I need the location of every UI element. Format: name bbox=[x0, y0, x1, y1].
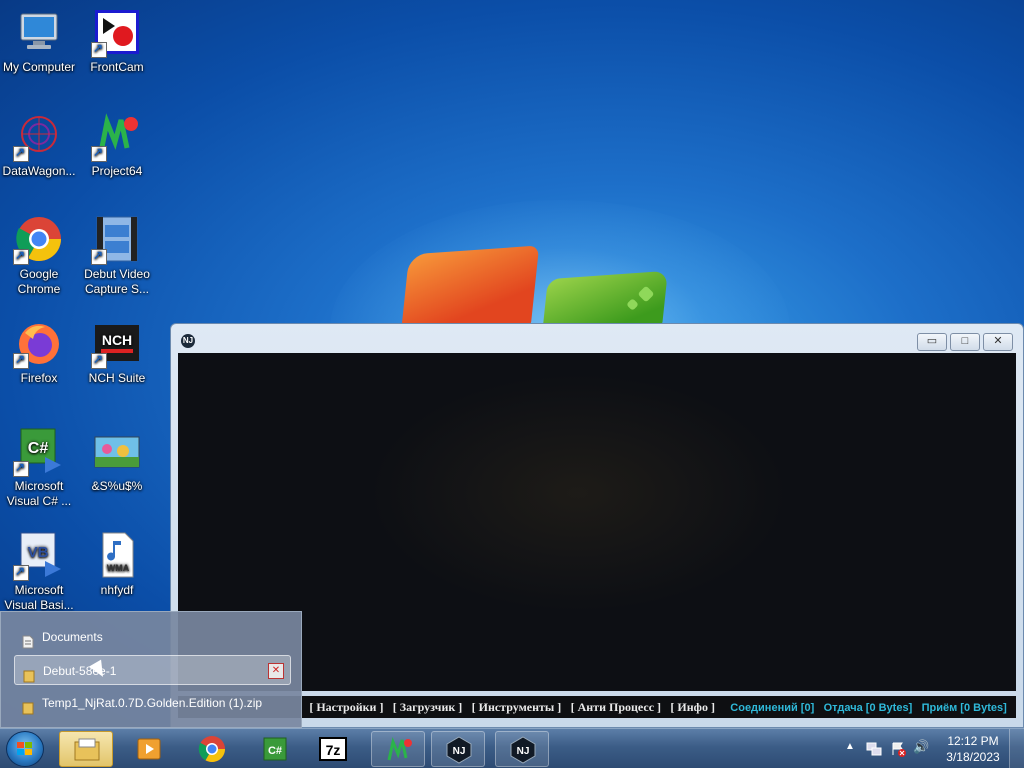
clock-date: 3/18/2023 bbox=[946, 750, 1000, 764]
svg-text:C#: C# bbox=[268, 745, 282, 757]
menu-settings[interactable]: [ Настройки ] bbox=[309, 700, 383, 714]
shortcut-arrow-icon bbox=[13, 564, 29, 581]
desktop-icon-frontcam[interactable]: FrontCam bbox=[78, 8, 156, 75]
desktop-icon-project64[interactable]: Project64 bbox=[78, 112, 156, 179]
show-hidden-icons-button[interactable]: ▲ bbox=[845, 741, 855, 752]
visual-csharp-icon: C# bbox=[263, 737, 287, 761]
minimize-button[interactable]: ▭ bbox=[917, 333, 947, 351]
status-download: Приём [0 Bytes] bbox=[921, 702, 1007, 714]
action-center-icon[interactable] bbox=[890, 741, 906, 757]
menu-builder[interactable]: [ Загрузчик ] bbox=[393, 700, 462, 714]
computer-icon bbox=[15, 8, 63, 56]
menu-tools[interactable]: [ Инструменты ] bbox=[472, 700, 562, 714]
datawagon-icon bbox=[13, 112, 63, 162]
wma-file-icon: WMA bbox=[93, 531, 141, 579]
status-upload: Отдача [0 Bytes] bbox=[823, 702, 913, 714]
start-button[interactable] bbox=[6, 731, 44, 767]
clock[interactable]: 12:12 PM 3/18/2023 bbox=[938, 733, 1008, 765]
svg-text:NCH: NCH bbox=[102, 332, 132, 348]
taskbar-chrome[interactable] bbox=[185, 731, 239, 767]
desktop-icon-image-file[interactable]: &S%u$% bbox=[78, 427, 156, 494]
wallpaper-flag-red bbox=[400, 245, 540, 335]
shortcut-arrow-icon bbox=[13, 248, 29, 265]
jumplist-item-documents[interactable]: Documents bbox=[14, 622, 291, 652]
njrat-icon: NJ bbox=[510, 736, 536, 764]
njrat-icon: NJ bbox=[446, 736, 472, 764]
shortcut-arrow-icon bbox=[91, 145, 107, 162]
taskbar-project64[interactable] bbox=[371, 731, 425, 767]
firefox-icon bbox=[13, 319, 63, 369]
debut-icon bbox=[137, 738, 161, 760]
clock-time: 12:12 PM bbox=[947, 734, 999, 748]
desktop-icon-nch-suite[interactable]: NCH NCH Suite bbox=[78, 319, 156, 386]
shortcut-arrow-icon bbox=[91, 248, 107, 265]
desktop: My Computer FrontCam DataWagon... Projec… bbox=[0, 0, 1024, 728]
taskbar-visual-csharp[interactable]: C# bbox=[248, 731, 302, 767]
taskbar-njrat-2[interactable]: NJ bbox=[495, 731, 549, 767]
frontcam-icon bbox=[91, 8, 141, 58]
folder-icon bbox=[22, 696, 34, 715]
svg-text:VB: VB bbox=[28, 544, 49, 561]
network-icon[interactable] bbox=[866, 741, 882, 757]
menu-info[interactable]: [ Инфо ] bbox=[670, 700, 715, 714]
taskbar-explorer[interactable] bbox=[59, 731, 113, 767]
connections-list[interactable] bbox=[178, 353, 1016, 691]
shortcut-arrow-icon bbox=[13, 352, 29, 369]
chrome-icon bbox=[13, 215, 63, 265]
taskbar-debut[interactable] bbox=[122, 731, 176, 767]
explorer-jump-list: Documents Debut-58ee-1 ✕ Temp1_NjRat.0.7… bbox=[0, 611, 302, 728]
windows-logo-icon bbox=[17, 742, 32, 755]
svg-text:NJ: NJ bbox=[453, 746, 466, 757]
taskbar-njrat-1[interactable]: NJ bbox=[431, 731, 485, 767]
svg-text:NJ: NJ bbox=[517, 746, 530, 757]
shortcut-arrow-icon bbox=[91, 352, 107, 369]
project64-icon bbox=[91, 112, 141, 162]
shortcut-arrow-icon bbox=[13, 145, 29, 162]
window-titlebar[interactable]: NJ ▭ □ ✕ bbox=[171, 324, 1023, 354]
windows-explorer-icon bbox=[74, 738, 100, 761]
visual-csharp-icon: C# bbox=[13, 427, 63, 477]
shortcut-arrow-icon bbox=[91, 41, 107, 58]
menu-anti-process[interactable]: [ Анти Процесс ] bbox=[571, 700, 661, 714]
background-reflection bbox=[368, 373, 788, 613]
desktop-icon-debut[interactable]: Debut Video Capture S... bbox=[78, 215, 156, 297]
desktop-icon-visual-basic[interactable]: VB Microsoft Visual Basi... bbox=[0, 531, 78, 613]
desktop-icon-chrome[interactable]: Google Chrome bbox=[0, 215, 78, 297]
desktop-icon-my-computer[interactable]: My Computer bbox=[0, 8, 78, 75]
taskbar-7zip[interactable]: 7z bbox=[306, 731, 360, 767]
desktop-icon-firefox[interactable]: Firefox bbox=[0, 319, 78, 386]
debut-icon bbox=[91, 215, 141, 265]
maximize-button[interactable]: □ bbox=[950, 333, 980, 351]
status-connections: Соединений [0] bbox=[730, 702, 815, 714]
chrome-icon bbox=[198, 736, 226, 763]
remove-item-button[interactable]: ✕ bbox=[268, 663, 284, 679]
volume-icon[interactable]: 🔊 bbox=[913, 739, 929, 755]
7zip-icon: 7z bbox=[319, 737, 347, 761]
status-bar: [ Настройки ] [ Загрузчик ] [ Инструмент… bbox=[178, 696, 1016, 718]
jumplist-item-njrat-zip[interactable]: Temp1_NjRat.0.7D.Golden.Edition (1).zip bbox=[14, 688, 291, 718]
desktop-icon-wma-file[interactable]: WMA nhfydf bbox=[78, 531, 156, 598]
njrat-app-icon: NJ bbox=[181, 334, 195, 348]
folder-icon bbox=[23, 664, 35, 683]
desktop-icon-datawagon[interactable]: DataWagon... bbox=[0, 112, 78, 179]
project64-icon bbox=[387, 737, 412, 761]
close-button[interactable]: ✕ bbox=[983, 333, 1013, 351]
nch-icon: NCH bbox=[91, 319, 141, 369]
jumplist-item-debut[interactable]: Debut-58ee-1 ✕ bbox=[14, 655, 291, 685]
svg-text:C#: C# bbox=[28, 440, 49, 457]
image-file-icon bbox=[93, 427, 141, 475]
shortcut-arrow-icon bbox=[13, 460, 29, 477]
svg-text:WMA: WMA bbox=[107, 563, 130, 573]
show-desktop-button[interactable] bbox=[1009, 729, 1024, 769]
documents-icon bbox=[22, 630, 34, 649]
desktop-icon-visual-csharp[interactable]: C# Microsoft Visual C# ... bbox=[0, 427, 78, 509]
svg-text:7z: 7z bbox=[326, 742, 341, 758]
visual-basic-icon: VB bbox=[13, 531, 63, 581]
taskbar: C# 7z NJ NJ ▲ 🔊 12:12 PM 3/18/2023 bbox=[0, 728, 1024, 769]
